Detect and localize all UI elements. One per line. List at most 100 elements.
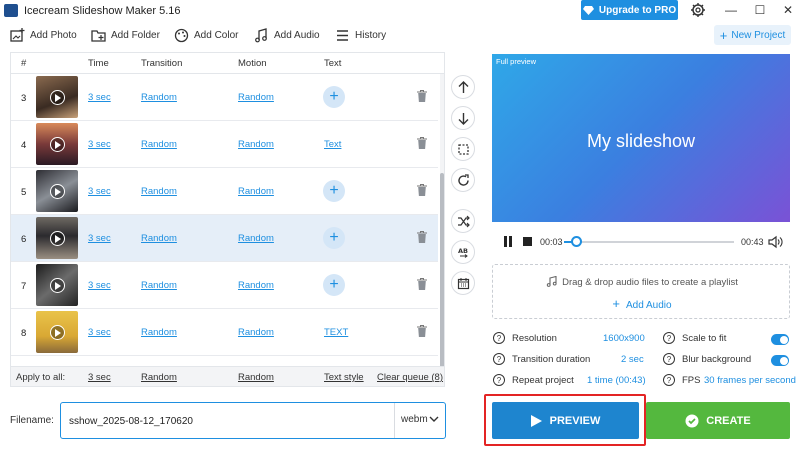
slide-time-link[interactable]: 3 sec xyxy=(88,233,111,244)
table-row[interactable]: 8 3 sec Random Random TEXT xyxy=(11,309,438,356)
minimize-icon[interactable]: — xyxy=(723,2,739,18)
close-icon[interactable]: ✕ xyxy=(780,2,796,18)
help-icon[interactable]: ? xyxy=(493,374,505,386)
add-audio-button[interactable]: Add Audio xyxy=(254,28,320,43)
trash-icon[interactable] xyxy=(417,184,427,196)
sort-ab-button[interactable]: AB xyxy=(451,240,475,264)
slide-text-link[interactable]: TEXT xyxy=(324,327,348,338)
play-icon[interactable] xyxy=(50,90,65,105)
app-title: Icecream Slideshow Maker 5.16 xyxy=(24,5,181,17)
move-down-button[interactable] xyxy=(451,106,475,130)
play-icon[interactable] xyxy=(50,278,65,293)
create-button[interactable]: CREATE xyxy=(646,402,790,439)
trash-icon[interactable] xyxy=(417,90,427,102)
trash-icon[interactable] xyxy=(417,137,427,149)
fps-value[interactable]: 30 frames per second xyxy=(704,375,796,386)
pause-icon[interactable] xyxy=(503,236,513,247)
slide-motion-link[interactable]: Random xyxy=(238,233,274,244)
fps-setting: ? FPS xyxy=(663,374,700,386)
add-folder-button[interactable]: Add Folder xyxy=(91,28,160,43)
help-icon[interactable]: ? xyxy=(493,332,505,344)
rotate-button[interactable] xyxy=(451,168,475,192)
table-row[interactable]: 7 3 sec Random Random + xyxy=(11,262,438,309)
calendar-icon xyxy=(457,277,469,289)
slide-motion-link[interactable]: Random xyxy=(238,139,274,150)
slide-time-link[interactable]: 3 sec xyxy=(88,139,111,150)
play-icon[interactable] xyxy=(50,325,65,340)
slide-motion-link[interactable]: Random xyxy=(238,327,274,338)
trash-icon[interactable] xyxy=(417,278,427,290)
table-row[interactable]: 3 3 sec Random Random + xyxy=(11,74,438,121)
add-text-button[interactable]: + xyxy=(323,227,345,249)
preview-button[interactable]: PREVIEW xyxy=(492,402,639,439)
slide-time-link[interactable]: 3 sec xyxy=(88,280,111,291)
new-project-button[interactable]: + New Project xyxy=(714,25,791,45)
slide-transition-link[interactable]: Random xyxy=(141,280,177,291)
upgrade-button[interactable]: Upgrade to PRO xyxy=(581,0,678,20)
repeat-value[interactable]: 1 time (00:43) xyxy=(587,375,646,386)
scale-to-fit-toggle[interactable] xyxy=(771,334,789,345)
seek-handle[interactable] xyxy=(570,236,582,247)
help-icon[interactable]: ? xyxy=(663,374,675,386)
gear-icon[interactable] xyxy=(690,2,706,18)
apply-all-motion[interactable]: Random xyxy=(238,372,274,383)
trash-icon[interactable] xyxy=(417,231,427,243)
play-icon[interactable] xyxy=(50,184,65,199)
text-style-link[interactable]: Text style xyxy=(324,372,364,383)
slide-transition-link[interactable]: Random xyxy=(141,233,177,244)
play-icon[interactable] xyxy=(50,231,65,246)
resolution-value[interactable]: 1600x900 xyxy=(603,333,645,344)
sort-ab-icon: AB xyxy=(458,247,468,258)
slide-transition-link[interactable]: Random xyxy=(141,327,177,338)
volume-icon[interactable] xyxy=(767,234,783,250)
crop-button[interactable] xyxy=(451,137,475,161)
maximize-icon[interactable]: ☐ xyxy=(752,2,768,18)
slide-transition-link[interactable]: Random xyxy=(141,186,177,197)
audio-dropzone[interactable]: Drag & drop audio files to create a play… xyxy=(492,264,790,319)
add-color-button[interactable]: Add Color xyxy=(174,28,238,43)
slide-time-link[interactable]: 3 sec xyxy=(88,92,111,103)
slide-number: 8 xyxy=(21,328,27,339)
stop-icon[interactable] xyxy=(523,237,532,246)
apply-all-time[interactable]: 3 sec xyxy=(88,372,111,383)
apply-to-all-row: Apply to all: 3 sec Random Random Text s… xyxy=(11,366,444,386)
move-up-button[interactable] xyxy=(451,75,475,99)
add-audio-link-label: Add Audio xyxy=(625,300,672,311)
calendar-button[interactable] xyxy=(451,271,475,295)
play-icon[interactable] xyxy=(50,137,65,152)
slide-motion-link[interactable]: Random xyxy=(238,280,274,291)
add-text-button[interactable]: + xyxy=(323,86,345,108)
help-icon[interactable]: ? xyxy=(493,353,505,365)
trash-icon[interactable] xyxy=(417,325,427,337)
table-row[interactable]: 5 3 sec Random Random + xyxy=(11,168,438,215)
slide-motion-link[interactable]: Random xyxy=(238,92,274,103)
format-select[interactable]: webm xyxy=(401,414,428,425)
player-controls: 00:03 00:43 xyxy=(492,228,790,256)
slide-text-link[interactable]: Text xyxy=(324,139,341,150)
history-button[interactable]: History xyxy=(335,28,386,43)
help-icon[interactable]: ? xyxy=(663,353,675,365)
preview-area[interactable]: Full preview My slideshow xyxy=(492,54,790,222)
slide-transition-link[interactable]: Random xyxy=(141,139,177,150)
slide-time-link[interactable]: 3 sec xyxy=(88,186,111,197)
help-icon[interactable]: ? xyxy=(663,332,675,344)
table-row[interactable]: 4 3 sec Random Random Text xyxy=(11,121,438,168)
shuffle-button[interactable] xyxy=(451,209,475,233)
add-text-button[interactable]: + xyxy=(323,180,345,202)
table-row[interactable]: 6 3 sec Random Random + xyxy=(11,215,438,262)
chevron-down-icon[interactable] xyxy=(429,414,439,424)
slide-time-link[interactable]: 3 sec xyxy=(88,327,111,338)
add-text-button[interactable]: + xyxy=(323,274,345,296)
slide-transition-link[interactable]: Random xyxy=(141,92,177,103)
add-audio-link[interactable]: + Add Audio xyxy=(493,296,791,311)
seek-track[interactable] xyxy=(564,241,734,243)
filename-input[interactable] xyxy=(69,413,389,429)
transition-duration-value[interactable]: 2 sec xyxy=(621,354,644,365)
scale-to-fit-setting: ? Scale to fit xyxy=(663,332,726,344)
apply-all-transition[interactable]: Random xyxy=(141,372,177,383)
table-scroll-thumb[interactable] xyxy=(440,173,444,383)
slide-motion-link[interactable]: Random xyxy=(238,186,274,197)
add-photo-button[interactable]: Add Photo xyxy=(10,28,77,43)
clear-queue-link[interactable]: Clear queue (8) xyxy=(377,372,443,383)
blur-background-toggle[interactable] xyxy=(771,355,789,366)
